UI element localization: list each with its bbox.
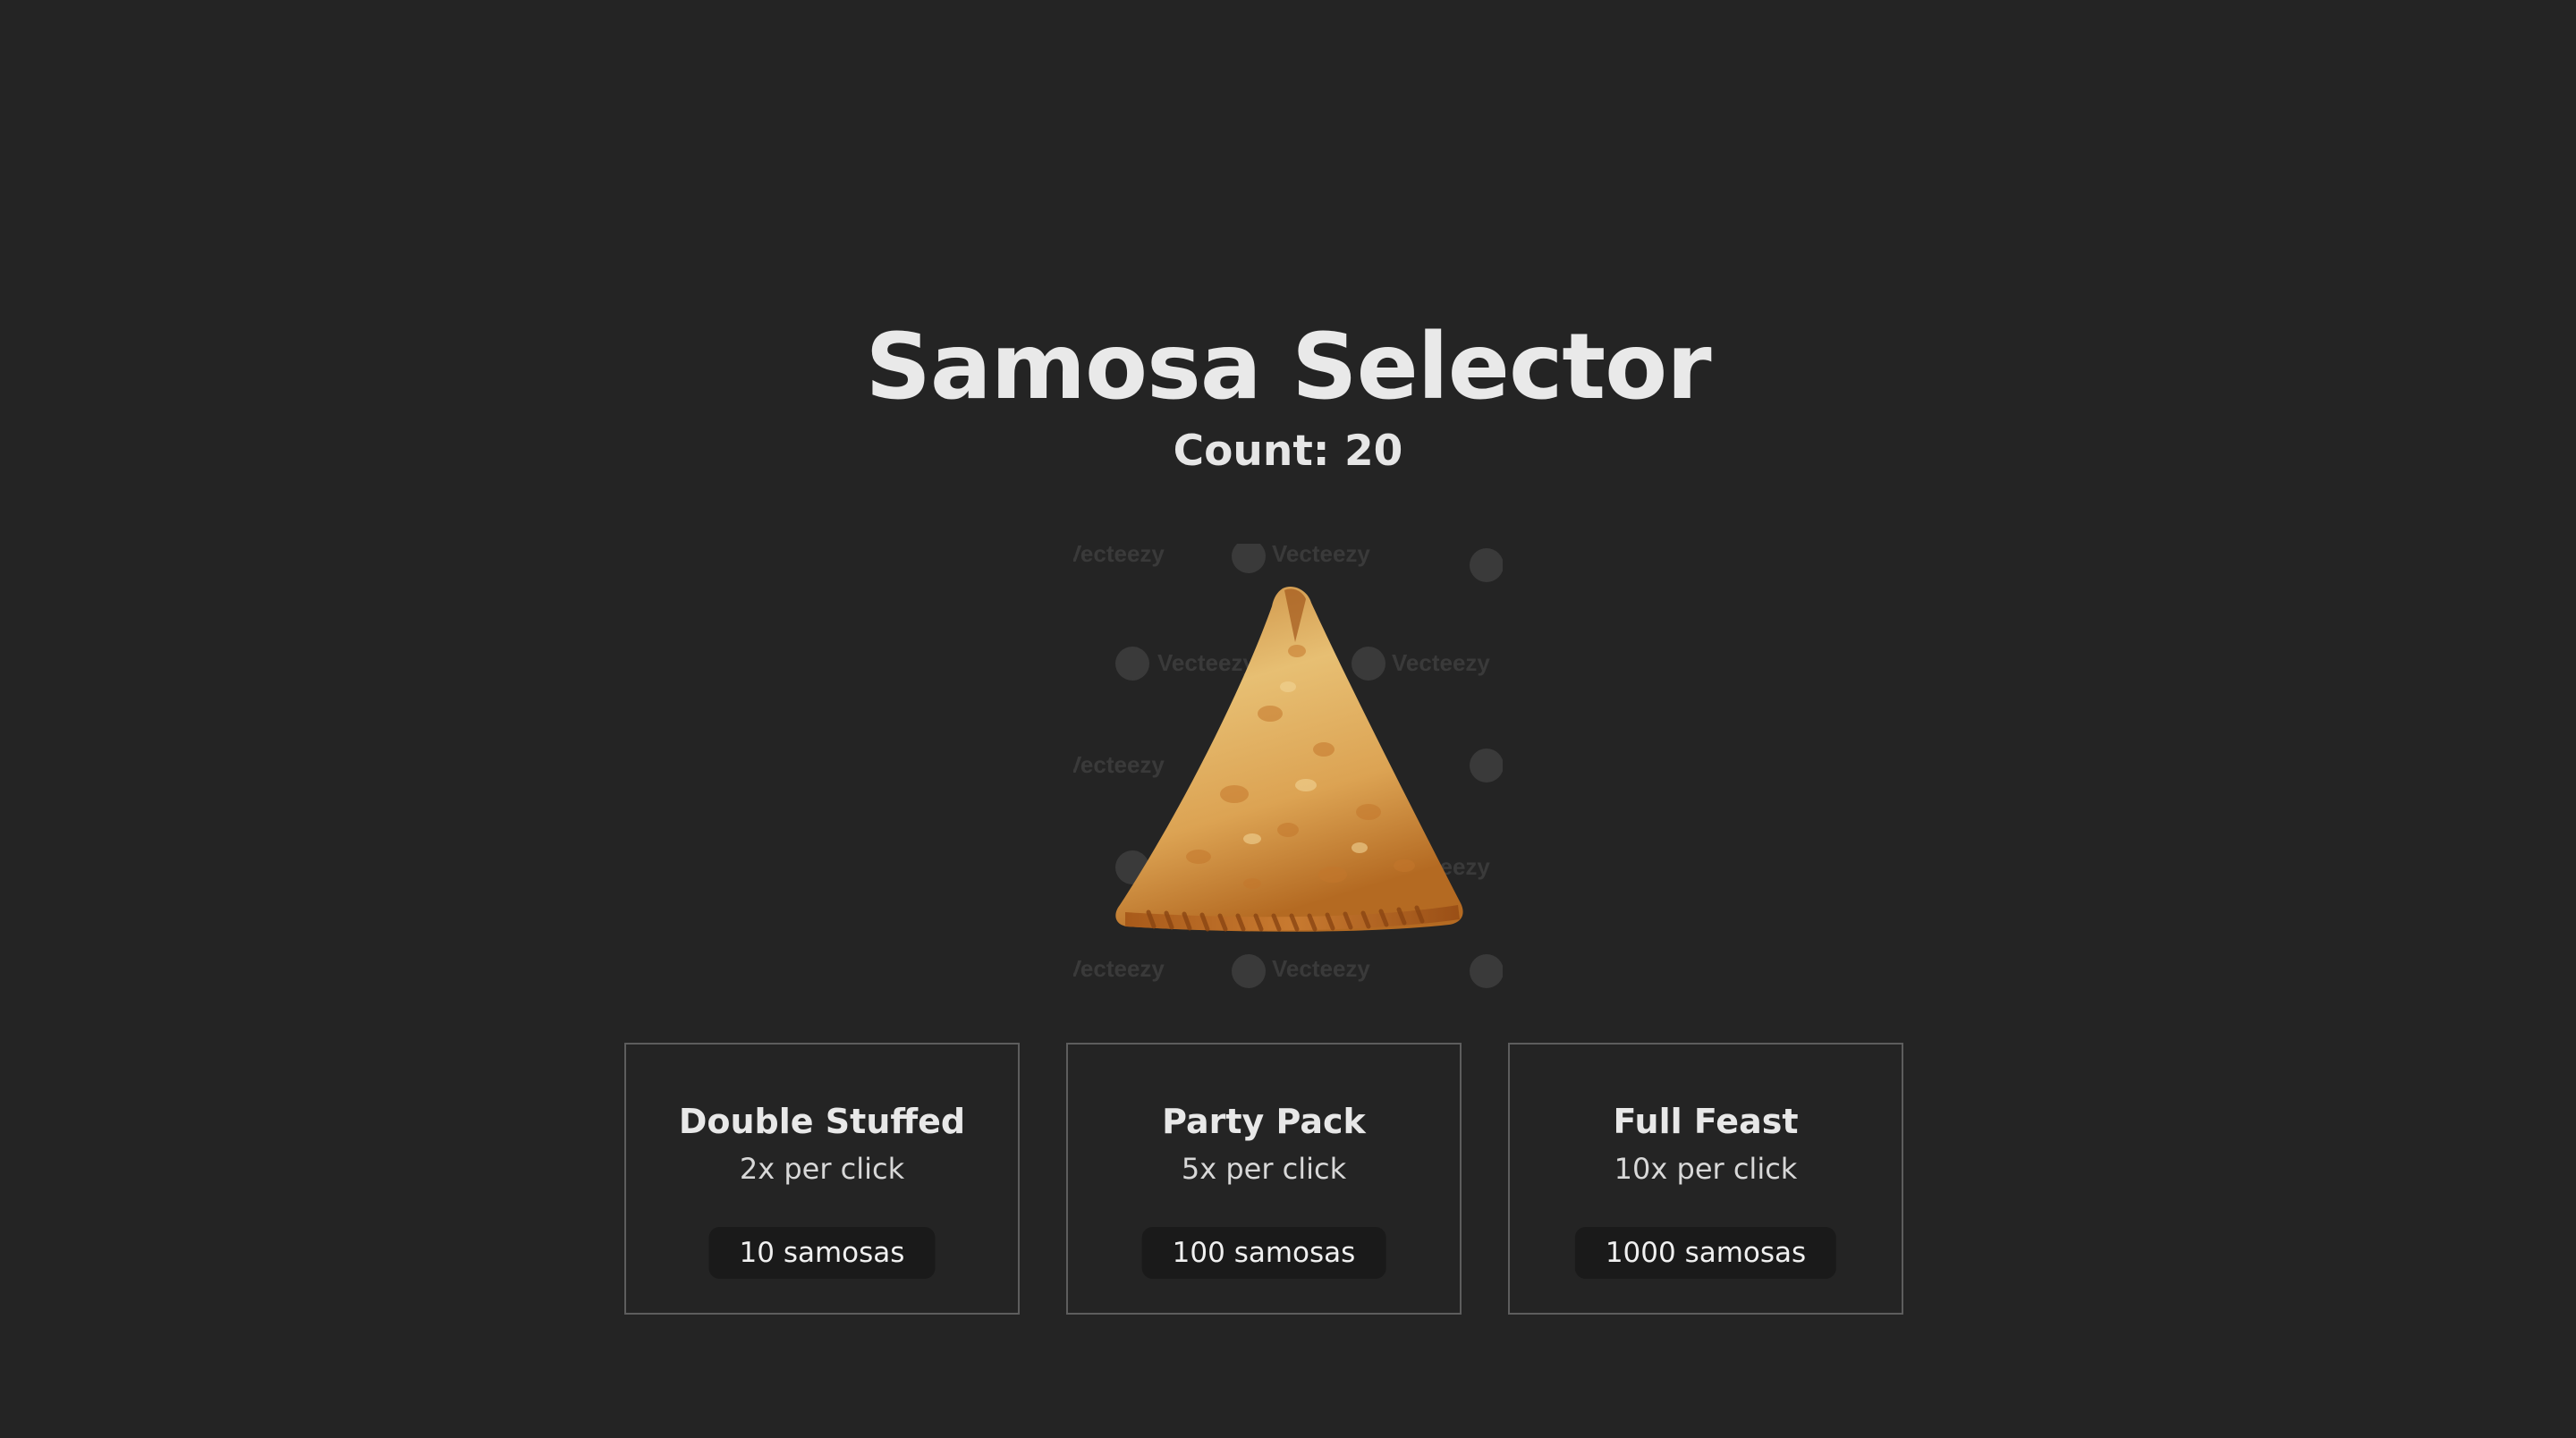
upgrade-card-party-pack: Party Pack 5x per click 100 samosas: [1066, 1043, 1462, 1315]
upgrade-rate: 2x per click: [739, 1152, 905, 1186]
svg-text:Vecteezy: Vecteezy: [1272, 955, 1370, 982]
upgrade-name: Full Feast: [1613, 1102, 1799, 1141]
upgrade-card-full-feast: Full Feast 10x per click 1000 samosas: [1508, 1043, 1903, 1315]
upgrade-list: Double Stuffed 2x per click 10 samosas P…: [624, 1043, 1905, 1316]
svg-text:Vecteezy: Vecteezy: [1392, 649, 1490, 676]
samosa-button[interactable]: Vecteezy Vecteezy Vecteezy Vecteezy Vect…: [1073, 544, 1503, 991]
upgrade-card-double-stuffed: Double Stuffed 2x per click 10 samosas: [624, 1043, 1020, 1315]
upgrade-rate: 5x per click: [1181, 1152, 1347, 1186]
buy-party-pack-button[interactable]: 100 samosas: [1141, 1227, 1386, 1279]
buy-full-feast-button[interactable]: 1000 samosas: [1574, 1227, 1837, 1279]
page: Samosa Selector Count: 20 Vecteezy Vecte…: [0, 0, 2576, 1438]
upgrade-name: Party Pack: [1162, 1102, 1366, 1141]
samosa-image[interactable]: Vecteezy Vecteezy Vecteezy Vecteezy Vect…: [1073, 544, 1503, 991]
page-title: Samosa Selector: [865, 314, 1711, 421]
svg-text:Vecteezy: Vecteezy: [1157, 649, 1256, 676]
upgrade-rate: 10x per click: [1614, 1152, 1798, 1186]
svg-text:Vecteezy: Vecteezy: [1073, 544, 1165, 567]
buy-double-stuffed-button[interactable]: 10 samosas: [708, 1227, 936, 1279]
samosa-shape[interactable]: [1115, 586, 1463, 932]
count-display: Count: 20: [1173, 427, 1403, 476]
svg-text:Vecteezy: Vecteezy: [1073, 955, 1165, 982]
svg-text:Vecteezy: Vecteezy: [1073, 751, 1165, 778]
svg-text:Vecteezy: Vecteezy: [1272, 544, 1370, 567]
upgrade-name: Double Stuffed: [678, 1102, 966, 1141]
